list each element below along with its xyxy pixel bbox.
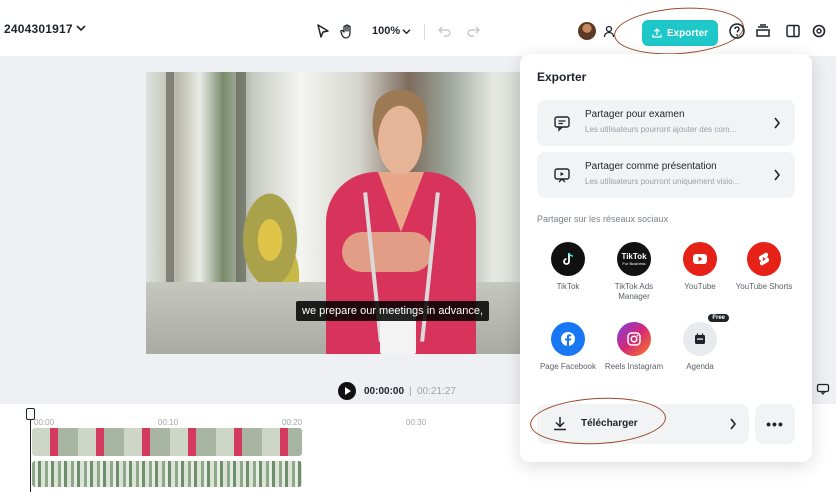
share-as-presentation-button[interactable]: Partager comme présentation Les utilisat… xyxy=(537,152,795,198)
download-icon xyxy=(554,417,566,431)
upload-icon xyxy=(652,28,662,38)
playhead[interactable] xyxy=(30,414,31,492)
export-button[interactable]: Exporter xyxy=(642,20,718,46)
social-label: Page Facebook xyxy=(539,362,597,371)
chevron-right-icon xyxy=(774,117,781,129)
share-presentation-title: Partager comme présentation xyxy=(585,161,717,172)
youtube-shorts-icon xyxy=(747,242,781,276)
audio-track-clip[interactable] xyxy=(32,461,302,487)
chevron-down-icon[interactable] xyxy=(76,24,86,32)
social-label: TikTok Ads Manager xyxy=(614,282,654,301)
share-facebook-button[interactable]: Page Facebook xyxy=(536,322,600,372)
ruler-tick: 00:20 xyxy=(282,418,303,427)
social-label: YouTube Shorts xyxy=(735,282,793,291)
help-icon[interactable] xyxy=(728,22,746,40)
total-time: 00:21:27 xyxy=(417,386,456,397)
instagram-icon xyxy=(617,322,651,356)
collaborator-icon[interactable] xyxy=(602,24,616,38)
download-label: Télécharger xyxy=(581,418,638,429)
facebook-icon xyxy=(551,322,585,356)
chevron-right-icon xyxy=(774,169,781,181)
subtitle-icon[interactable] xyxy=(816,382,830,396)
zoom-level[interactable]: 100% xyxy=(372,25,400,37)
tiktok-icon xyxy=(551,242,585,276)
ruler-tick: 00:00 xyxy=(34,418,55,427)
share-tiktok-ads-button[interactable]: TikTok For Business TikTok Ads Manager xyxy=(602,242,666,302)
video-track-clip[interactable] xyxy=(32,428,302,456)
share-review-title: Partager pour examen xyxy=(585,109,685,120)
social-label: TikTok xyxy=(556,282,580,291)
undo-icon[interactable] xyxy=(436,22,454,40)
social-label: YouTube xyxy=(684,282,716,291)
stack-menu-icon[interactable] xyxy=(754,22,772,40)
export-button-label: Exporter xyxy=(666,27,709,39)
select-pointer-icon[interactable] xyxy=(314,22,332,40)
share-presentation-subtitle: Les utilisateurs pourront uniquement vis… xyxy=(585,177,740,186)
video-caption[interactable]: we prepare our meetings in advance, xyxy=(296,301,489,321)
speaker-hands xyxy=(342,232,432,272)
speaker-head xyxy=(368,90,432,174)
ruler-tick: 00:30 xyxy=(406,418,427,427)
calendar-icon: Free xyxy=(683,314,729,356)
share-instagram-button[interactable]: Reels Instagram xyxy=(602,322,666,372)
tiktok-ads-logo-text: TikTok xyxy=(621,251,647,261)
social-heading: Partager sur les réseaux sociaux xyxy=(537,214,669,224)
share-for-review-button[interactable]: Partager pour examen Les utilisateurs po… xyxy=(537,100,795,146)
layout-panel-icon[interactable] xyxy=(784,22,802,40)
share-youtube-button[interactable]: YouTube xyxy=(668,242,732,292)
share-tiktok-button[interactable]: TikTok xyxy=(536,242,600,292)
share-calendar-button[interactable]: Free Agenda xyxy=(668,314,732,372)
hand-tool-icon[interactable] xyxy=(338,22,356,40)
share-review-subtitle: Les utilisateurs pourront ajouter des co… xyxy=(585,125,737,134)
playhead-handle[interactable] xyxy=(26,408,35,420)
panel-title: Exporter xyxy=(537,70,587,84)
ruler-tick: 00:10 xyxy=(158,418,179,427)
tiktok-ads-logo-sub: For Business xyxy=(622,260,646,266)
export-panel: Exporter Partager pour examen Les utilis… xyxy=(520,54,812,462)
youtube-icon xyxy=(683,242,717,276)
download-button[interactable]: Télécharger xyxy=(537,404,749,444)
current-time: 00:00:00 xyxy=(364,386,405,397)
share-youtube-shorts-button[interactable]: YouTube Shorts xyxy=(732,242,796,292)
divider xyxy=(424,24,425,40)
settings-icon[interactable] xyxy=(810,22,828,40)
social-label: Agenda xyxy=(686,362,714,371)
comment-icon xyxy=(554,116,570,132)
more-options-button[interactable]: ••• xyxy=(755,404,795,444)
tiktok-ads-icon: TikTok For Business xyxy=(617,242,651,276)
redo-icon[interactable] xyxy=(464,22,482,40)
free-badge: Free xyxy=(708,314,729,322)
project-title[interactable]: 2404301917 xyxy=(4,22,73,36)
time-separator: | xyxy=(409,386,412,397)
presentation-icon xyxy=(554,168,570,183)
chevron-right-icon xyxy=(730,418,737,430)
zoom-chevron-icon[interactable] xyxy=(402,28,411,35)
avatar[interactable] xyxy=(578,22,596,40)
social-label: Reels Instagram xyxy=(604,362,664,371)
play-button[interactable] xyxy=(338,382,356,400)
